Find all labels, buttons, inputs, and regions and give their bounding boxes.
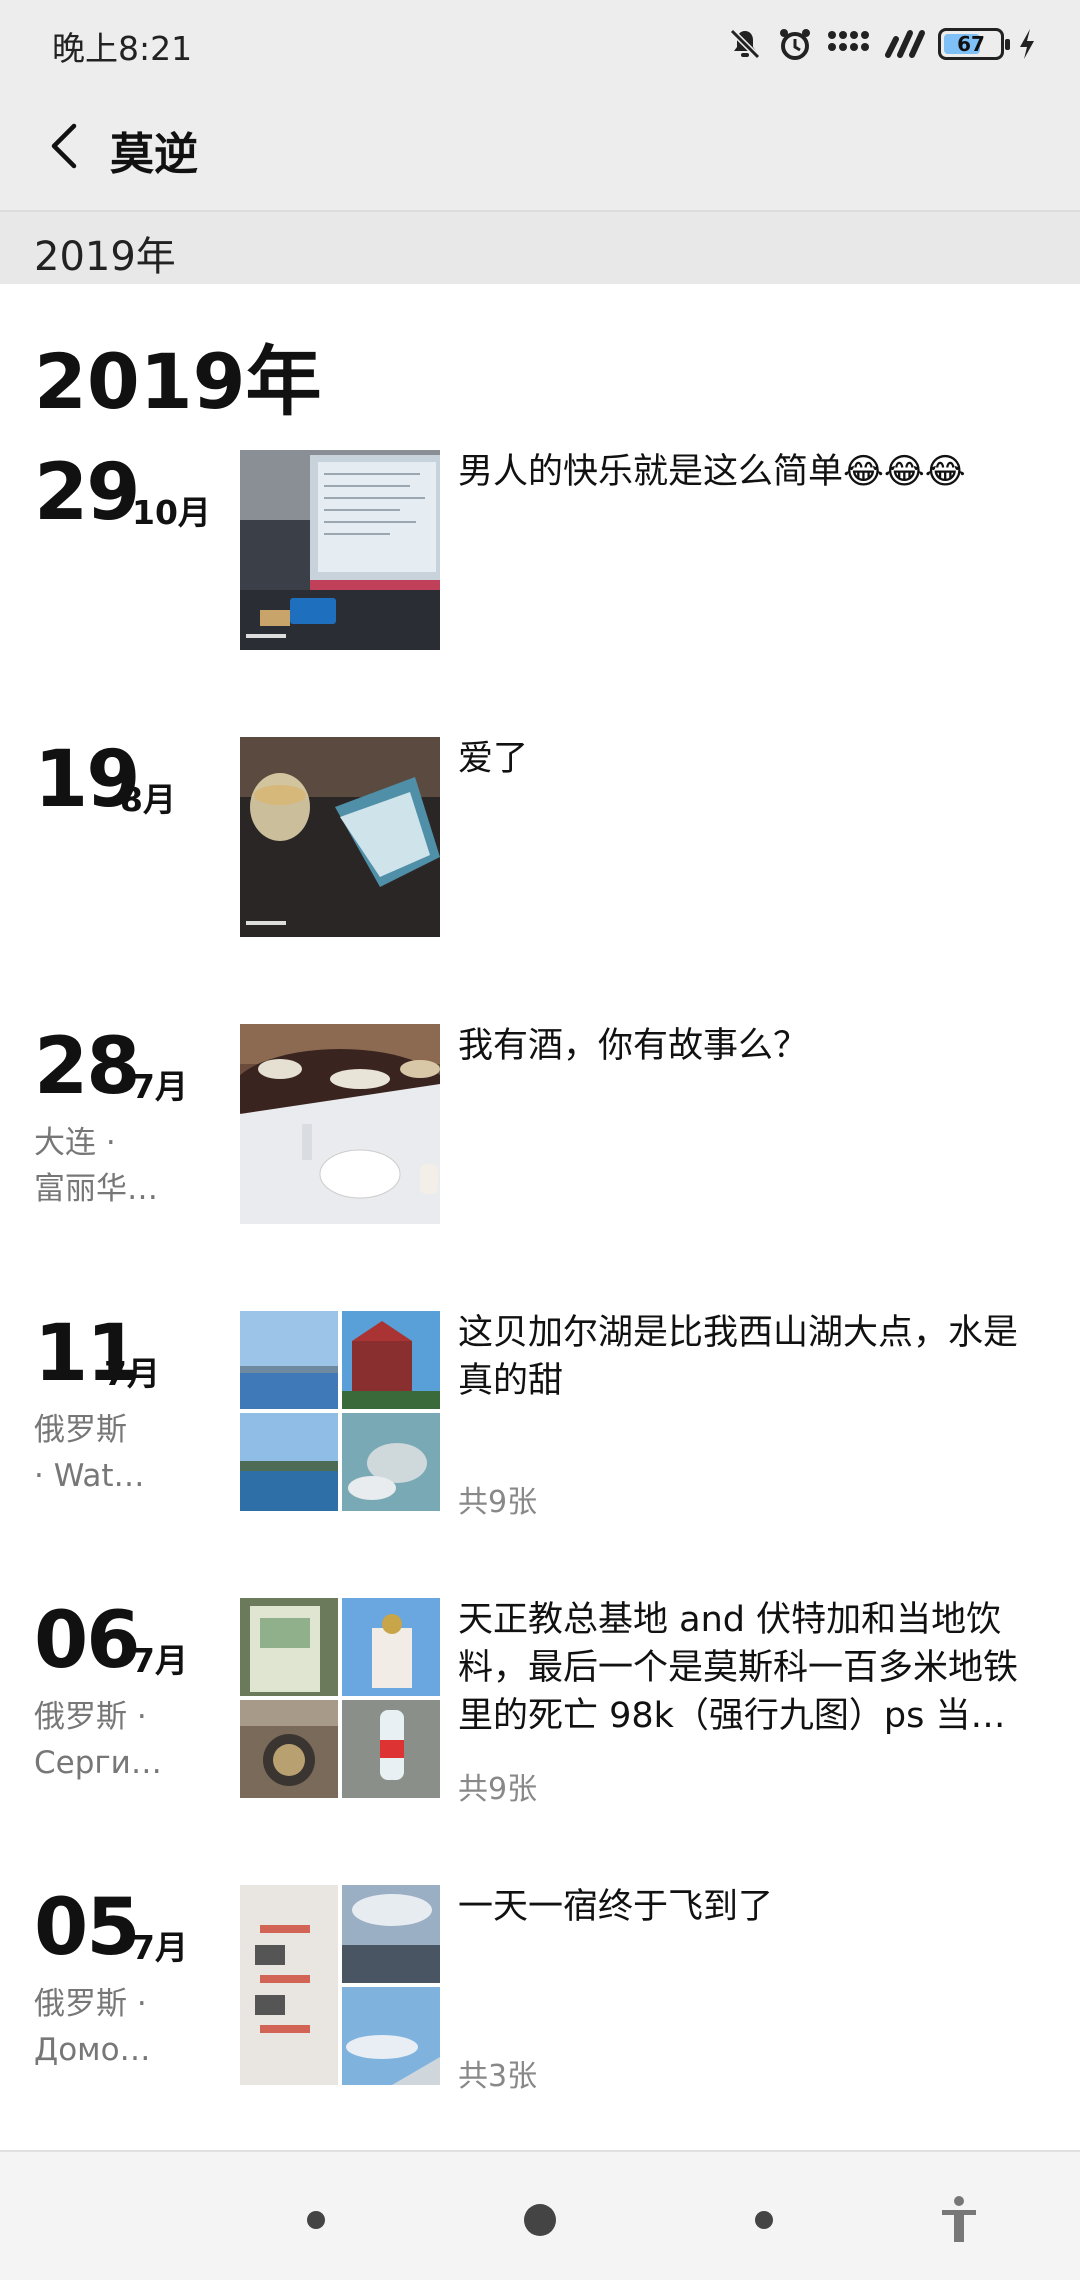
post-photo-grid[interactable] [240,1598,440,1798]
post-location-line2: Серги… [34,1745,162,1781]
battery-cap [1005,39,1010,50]
post-location: 俄罗斯 · Серги… [34,1694,204,1786]
post-photo[interactable] [240,1885,338,2085]
chevron-left-icon [51,123,77,169]
post-photo[interactable] [342,1987,440,2085]
nav-recents-button[interactable] [307,2211,325,2229]
post-text: 爱了 [458,739,529,779]
post-photo-count: 共9张 [458,1772,538,1807]
post-photo-grid[interactable] [240,1885,440,2085]
nav-back-button[interactable] [755,2211,773,2229]
post-day: 28 [34,1022,141,1112]
year-heading: 2019年 [34,337,322,426]
post-day: 06 [34,1596,141,1686]
post-text: 我有酒，你有故事么？ [458,1026,809,1066]
post-text: 这贝加尔湖是比我西山湖大点，水是真的甜 [458,1313,1019,1401]
post-location: 俄罗斯 · Домо… [34,1981,204,2073]
post-item[interactable]: 05 7月 俄罗斯 · Домо… 一天一宿终于飞到了 共3张 [0,1883,1080,2103]
post-item[interactable]: 19 8月 爱了 [0,735,1080,955]
post-photo[interactable] [240,450,440,650]
post-photo[interactable] [342,1885,440,1983]
post-photo[interactable] [240,1700,338,1798]
post-photo-count: 共3张 [458,2059,538,2094]
status-icons: 67 [726,20,1038,68]
post-photo[interactable] [240,1598,338,1696]
post-photo[interactable] [342,1311,440,1409]
post-text: 一天一宿终于飞到了 [458,1887,774,1927]
post-location: 俄罗斯 · Wat… [34,1407,204,1499]
post-month: 7月 [104,1354,160,1393]
back-button[interactable] [28,110,100,182]
post-month: 7月 [132,1067,188,1106]
post-month: 7月 [132,1641,188,1680]
system-nav-bar [0,2150,1080,2280]
post-photo[interactable] [342,1700,440,1798]
post-month: 8月 [120,780,176,819]
post-photo[interactable] [342,1598,440,1696]
post-photo-count: 共9张 [458,1485,538,1520]
post-item[interactable]: 29 10月 男人的快乐就是这么简单😂😂😂 [0,448,1080,668]
post-photo[interactable] [240,737,440,937]
mute-icon [729,28,761,60]
post-text: 天正教总基地 and 伏特加和当地饮料，最后一个是莫斯科一百多米地铁里的死亡 9… [458,1600,1019,1736]
title-bar: 莫逆 [0,88,1080,210]
battery-level: 67 [957,32,985,56]
post-item[interactable]: 28 7月 大连 · 富丽华… 我有酒，你有故事么？ [0,1022,1080,1242]
post-location-line1: 大连 · [34,1125,116,1161]
post-month: 10月 [132,493,211,532]
post-day: 05 [34,1883,141,1973]
post-item[interactable]: 11 7月 俄罗斯 · Wat… 这贝加尔湖是比我西山湖大点，水是真的甜 共9张 [0,1309,1080,1529]
post-location-line1: 俄罗斯 · [34,1699,147,1735]
battery-icon: 67 [938,28,1010,60]
post-photo[interactable] [240,1311,338,1409]
dots-icon [828,31,869,51]
post-location-line1: 俄罗斯 · [34,1986,147,2022]
accessibility-icon[interactable] [938,2194,980,2244]
post-photo-grid[interactable] [240,1311,440,1511]
year-section-label: 2019年 [34,234,176,280]
post-location: 大连 · 富丽华… [34,1120,204,1212]
post-location-line1: 俄罗斯 [34,1412,127,1448]
post-text: 男人的快乐就是这么简单😂😂😂 [458,452,966,492]
post-month: 7月 [132,1928,188,1967]
status-time: 晚上8:21 [52,29,193,68]
post-location-line2: 富丽华… [34,1171,158,1207]
charging-icon [1020,29,1034,59]
signal-icon [885,30,925,58]
status-bar: 晚上8:21 67 [0,0,1080,88]
year-section-header: 2019年 [0,210,1080,284]
post-photo[interactable] [342,1413,440,1511]
post-location-line2: · Wat… [34,1458,145,1494]
post-photo[interactable] [240,1024,440,1224]
post-location-line2: Домо… [34,2032,151,2068]
post-item[interactable]: 06 7月 俄罗斯 · Серги… 天正教总基地 and 伏特加和当地饮料，最… [0,1596,1080,1816]
post-photo[interactable] [240,1413,338,1511]
page-title: 莫逆 [110,129,198,180]
alarm-icon [780,29,810,60]
post-day: 29 [34,448,141,538]
nav-home-button[interactable] [524,2204,556,2236]
